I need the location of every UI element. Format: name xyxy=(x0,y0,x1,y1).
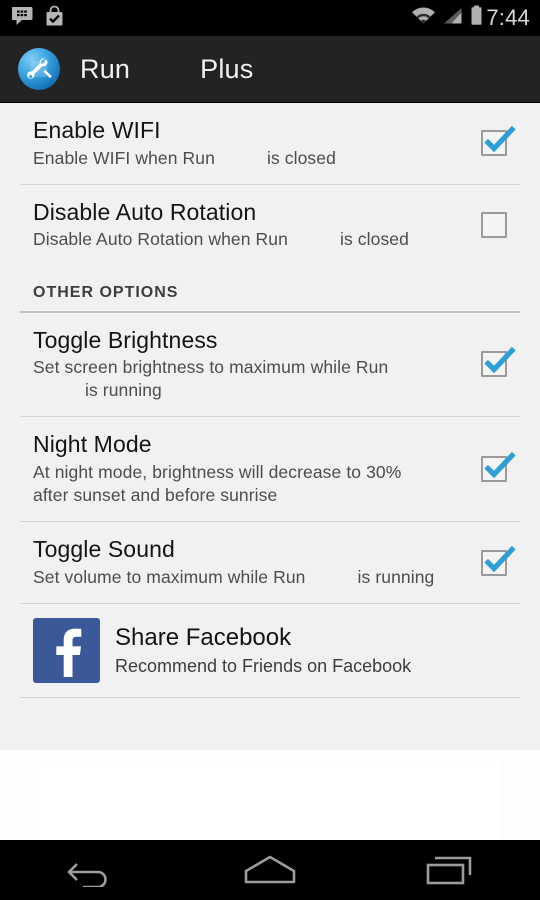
checkbox-toggle-sound[interactable] xyxy=(481,545,516,576)
navigation-bar xyxy=(0,840,540,900)
preference-row-toggle-sound[interactable]: Toggle Sound Set volume to maximum while… xyxy=(0,522,540,603)
bbm-message-icon xyxy=(11,5,34,32)
summary-end: is running xyxy=(357,566,435,587)
android-screen: 7:44 Run Plus Enable WIFI Enable WIFI wh… xyxy=(0,0,540,900)
play-store-installed-icon xyxy=(44,5,65,32)
preference-row-night-mode[interactable]: Night Mode At night mode, brightness wil… xyxy=(0,417,540,521)
checkbox-disable-auto-rotation[interactable] xyxy=(481,212,507,239)
summary-start: Set screen brightness to maximum while R… xyxy=(33,357,389,378)
checkbox-enable-wifi[interactable] xyxy=(481,126,516,157)
preference-summary: At night mode, brightness will decrease … xyxy=(33,462,402,506)
checkmark-icon xyxy=(484,545,516,572)
preference-row-share-facebook[interactable]: Share Facebook Recommend to Friends on F… xyxy=(0,604,540,697)
share-text: Share Facebook Recommend to Friends on F… xyxy=(115,624,411,677)
status-bar: 7:44 xyxy=(0,0,540,36)
checkbox-wrapper[interactable] xyxy=(448,545,540,576)
nav-home-button[interactable] xyxy=(210,840,330,900)
checkbox-wrapper[interactable] xyxy=(448,452,540,483)
preference-title: Enable WIFI xyxy=(33,117,161,143)
section-header-other-options: OTHER OPTIONS xyxy=(33,283,179,301)
nav-recents-button[interactable] xyxy=(390,840,510,900)
list-divider xyxy=(20,697,520,699)
preference-summary: Set volume to maximum while Run is runnin… xyxy=(33,566,438,589)
preference-text: Enable WIFI Enable WIFI when Run is close… xyxy=(0,117,448,170)
preference-list[interactable]: Enable WIFI Enable WIFI when Run is close… xyxy=(0,103,540,840)
app-title-suffix: Plus xyxy=(200,53,254,84)
nav-back-button[interactable] xyxy=(30,840,150,900)
preference-text: Disable Auto Rotation Disable Auto Rotat… xyxy=(0,199,448,252)
summary-end: is closed xyxy=(266,147,336,168)
preference-text: Toggle Sound Set volume to maximum while… xyxy=(0,536,448,589)
share-summary: Recommend to Friends on Facebook xyxy=(115,655,412,676)
preference-text: Toggle Brightness Set screen brightness … xyxy=(0,327,448,403)
summary-start: Disable Auto Rotation when Run xyxy=(33,229,288,250)
recent-apps-icon xyxy=(426,856,472,885)
preference-title: Night Mode xyxy=(33,431,152,458)
checkbox-wrapper[interactable] xyxy=(448,212,540,239)
preference-title: Toggle Brightness xyxy=(33,326,218,353)
checkbox-toggle-brightness[interactable] xyxy=(481,347,516,378)
preference-summary: Disable Auto Rotation when Run is closed xyxy=(33,228,438,251)
ad-banner-slot[interactable] xyxy=(40,762,500,840)
app-title: Run xyxy=(80,53,131,84)
checkmark-icon xyxy=(484,452,516,479)
share-title: Share Facebook xyxy=(115,624,292,652)
preference-title: Disable Auto Rotation xyxy=(33,198,257,225)
status-bar-right-icons xyxy=(411,5,483,31)
home-icon xyxy=(244,855,296,884)
summary-end: is closed xyxy=(339,229,409,250)
preference-row-disable-auto-rotation[interactable]: Disable Auto Rotation Disable Auto Rotat… xyxy=(0,185,540,266)
checkbox-night-mode[interactable] xyxy=(481,452,516,483)
facebook-icon xyxy=(33,618,100,684)
tools-app-icon xyxy=(18,48,60,90)
preference-title: Toggle Sound xyxy=(33,536,175,563)
status-bar-clock: 7:44 xyxy=(486,5,530,30)
preference-row-enable-wifi[interactable]: Enable WIFI Enable WIFI when Run is close… xyxy=(0,103,540,184)
summary-start: Enable WIFI when Run xyxy=(33,147,215,168)
summary-end: is running xyxy=(85,380,162,401)
cellular-signal-icon xyxy=(443,6,463,31)
checkbox-wrapper[interactable] xyxy=(448,347,540,378)
checkmark-icon xyxy=(484,126,516,153)
battery-icon xyxy=(470,5,483,31)
back-icon xyxy=(67,863,107,887)
status-bar-left-icons xyxy=(11,5,65,32)
preference-row-toggle-brightness[interactable]: Toggle Brightness Set screen brightness … xyxy=(0,313,540,417)
action-bar: Run Plus xyxy=(0,36,540,103)
preference-text: Night Mode At night mode, brightness wil… xyxy=(0,431,448,507)
checkbox-wrapper[interactable] xyxy=(448,126,540,157)
preference-summary: Enable WIFI when Run is closed xyxy=(33,147,438,170)
checkmark-icon xyxy=(484,347,516,374)
preference-summary: Set screen brightness to maximum while R… xyxy=(33,356,411,402)
wifi-icon xyxy=(411,6,436,31)
summary-start: Set volume to maximum while Run xyxy=(33,566,306,587)
